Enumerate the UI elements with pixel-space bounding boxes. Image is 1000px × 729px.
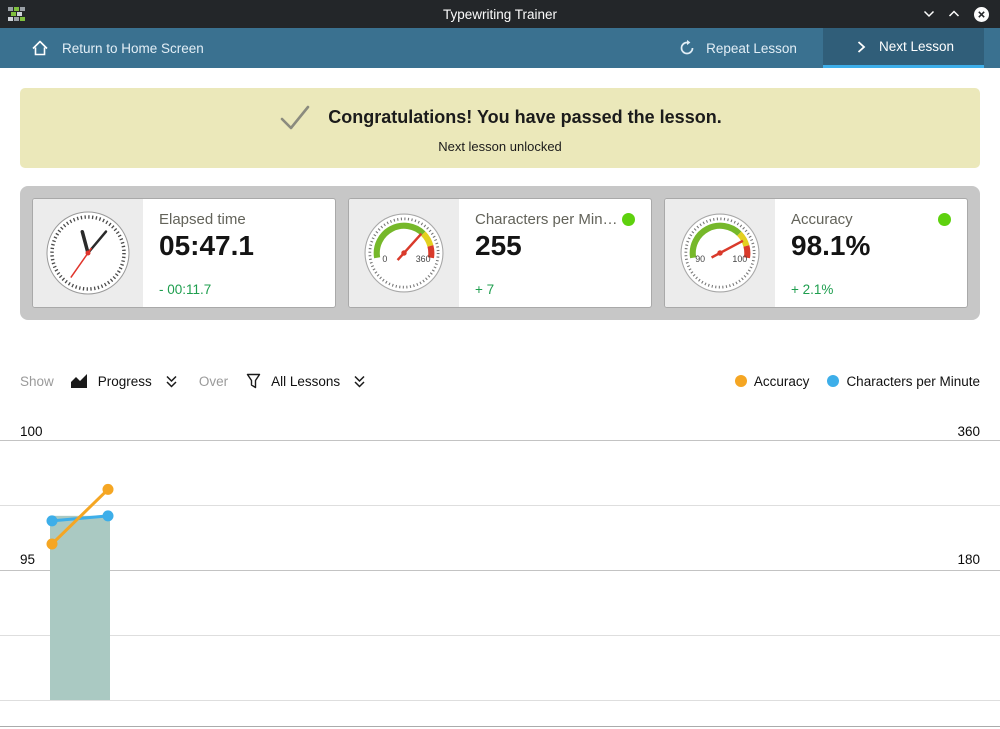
scope-dropdown[interactable]: All Lessons — [246, 373, 367, 389]
over-label: Over — [199, 374, 228, 389]
checkmark-icon — [278, 103, 312, 133]
chevron-down-icon — [923, 8, 935, 20]
next-lesson-label: Next Lesson — [879, 39, 954, 54]
accuracy-delta: + 2.1% — [791, 282, 951, 297]
return-home-label: Return to Home Screen — [62, 41, 204, 56]
gridline — [0, 570, 1000, 571]
speed-gauge-icon: 0 360 — [363, 212, 445, 294]
cpm-delta: + 7 — [475, 282, 635, 297]
close-icon — [973, 6, 990, 23]
legend-item-cpm[interactable]: Characters per Minute — [827, 374, 980, 389]
show-label: Show — [20, 374, 54, 389]
left-axis-tick-mid: 95 — [20, 552, 35, 567]
legend-accuracy-label: Accuracy — [754, 374, 810, 389]
gauge-min-label: 90 — [695, 254, 705, 264]
metric-value: Progress — [98, 374, 152, 389]
accuracy-value: 98.1% — [791, 230, 951, 262]
accuracy-legend-dot — [735, 375, 747, 387]
chart-baseline — [0, 726, 1000, 727]
repeat-lesson-button[interactable]: Repeat Lesson — [652, 28, 823, 68]
clock-icon — [44, 209, 132, 297]
gauge-max-label: 100 — [732, 254, 747, 264]
cpm-value: 255 — [475, 230, 635, 262]
left-axis-tick-top: 100 — [20, 424, 43, 439]
gauge-min-label: 0 — [382, 254, 387, 264]
gridline — [0, 505, 1000, 506]
accuracy-label: Accuracy — [791, 211, 853, 228]
repeat-lesson-label: Repeat Lesson — [706, 41, 797, 56]
double-chevron-down-icon — [164, 374, 179, 389]
accuracy-icon-zone: 90 100 — [665, 199, 775, 307]
chevron-up-icon — [948, 8, 960, 20]
success-banner: Congratulations! You have passed the les… — [20, 88, 980, 168]
chart-canvas — [0, 424, 1000, 727]
cpm-legend-dot — [827, 375, 839, 387]
navbar-spacer — [204, 28, 652, 68]
window-controls — [923, 6, 1000, 23]
cpm-icon-zone: 0 360 — [349, 199, 459, 307]
right-axis-tick-top: 360 — [957, 424, 980, 439]
titlebar: Typewriting Trainer — [0, 0, 1000, 28]
minimize-button[interactable] — [923, 8, 935, 20]
progress-chart-icon — [70, 373, 88, 389]
chevron-right-icon — [853, 39, 869, 55]
maximize-button[interactable] — [948, 8, 960, 20]
navbar: Return to Home Screen Repeat Lesson Next… — [0, 28, 1000, 68]
home-icon — [30, 38, 50, 58]
metric-dropdown[interactable]: Progress — [70, 373, 179, 389]
scope-value: All Lessons — [271, 374, 340, 389]
return-home-button[interactable]: Return to Home Screen — [0, 28, 204, 68]
elapsed-time-delta: - 00:11.7 — [159, 282, 319, 297]
filter-funnel-icon — [246, 373, 261, 389]
gridline — [0, 440, 1000, 441]
elapsed-time-value: 05:47.1 — [159, 230, 319, 262]
gridline — [0, 635, 1000, 636]
next-lesson-button[interactable]: Next Lesson — [823, 28, 984, 68]
elapsed-time-card: Elapsed time 05:47.1 - 00:11.7 — [32, 198, 336, 308]
banner-title: Congratulations! You have passed the les… — [328, 107, 721, 128]
stats-container: Elapsed time 05:47.1 - 00:11.7 0 360 — [20, 186, 980, 320]
cpm-status-dot — [622, 213, 635, 226]
accuracy-gauge-icon: 90 100 — [679, 212, 761, 294]
filter-bar: Show Progress Over All Lessons Accuracy … — [20, 368, 980, 394]
progress-chart: 100 95 360 180 — [0, 424, 1000, 727]
elapsed-time-icon-zone — [33, 199, 143, 307]
window-title: Typewriting Trainer — [0, 7, 1000, 22]
repeat-icon — [678, 39, 696, 57]
gauge-max-label: 360 — [416, 254, 431, 264]
chart-legend: Accuracy Characters per Minute — [735, 374, 980, 389]
double-chevron-down-icon — [352, 374, 367, 389]
cpm-card: 0 360 Characters per Min… 255 + 7 — [348, 198, 652, 308]
legend-item-accuracy[interactable]: Accuracy — [735, 374, 810, 389]
accuracy-status-dot — [938, 213, 951, 226]
cpm-label: Characters per Min… — [475, 211, 618, 228]
close-button[interactable] — [973, 6, 990, 23]
elapsed-time-label: Elapsed time — [159, 211, 246, 228]
legend-cpm-label: Characters per Minute — [846, 374, 980, 389]
right-axis-tick-mid: 180 — [957, 552, 980, 567]
accuracy-card: 90 100 Accuracy 98.1% + 2.1% — [664, 198, 968, 308]
banner-subtitle: Next lesson unlocked — [438, 139, 562, 154]
gridline — [0, 700, 1000, 701]
